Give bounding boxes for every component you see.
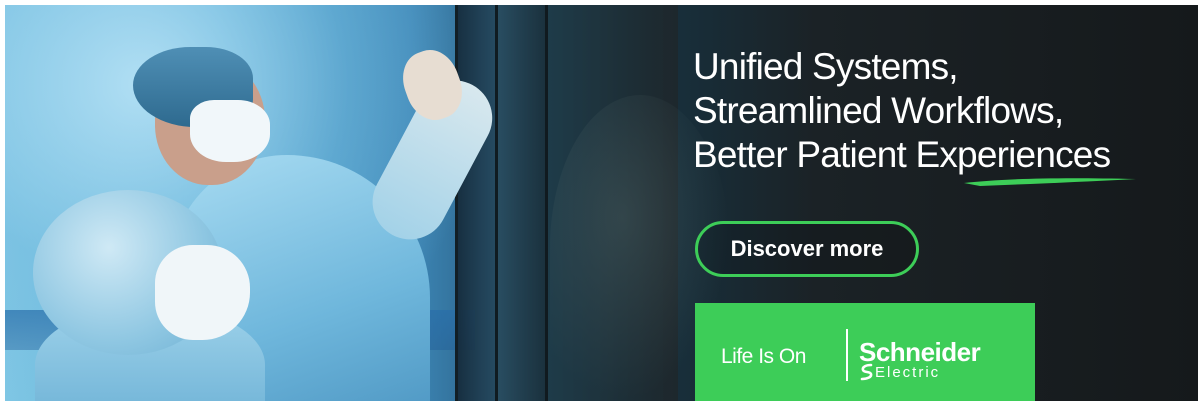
headline-line: Unified Systems, — [693, 46, 959, 87]
brand-subtitle: Electric — [875, 364, 941, 381]
green-underline-swoosh — [964, 178, 1136, 186]
headline-line: Better Patient Experiences — [693, 134, 1111, 175]
ad-headline: Unified Systems, Streamlined Workflows, … — [693, 45, 1111, 177]
schneider-electric-logo[interactable]: Life Is On Schneider Electric — [695, 303, 1035, 401]
schneider-mark-icon — [860, 363, 873, 381]
logo-divider — [846, 329, 848, 381]
discover-more-button[interactable]: Discover more — [695, 221, 919, 277]
headline-line: Streamlined Workflows, — [693, 90, 1064, 131]
life-is-on-tagline: Life Is On — [721, 345, 806, 368]
brand-name: Schneider — [859, 337, 981, 367]
ad-banner[interactable]: Unified Systems, Streamlined Workflows, … — [5, 5, 1198, 401]
